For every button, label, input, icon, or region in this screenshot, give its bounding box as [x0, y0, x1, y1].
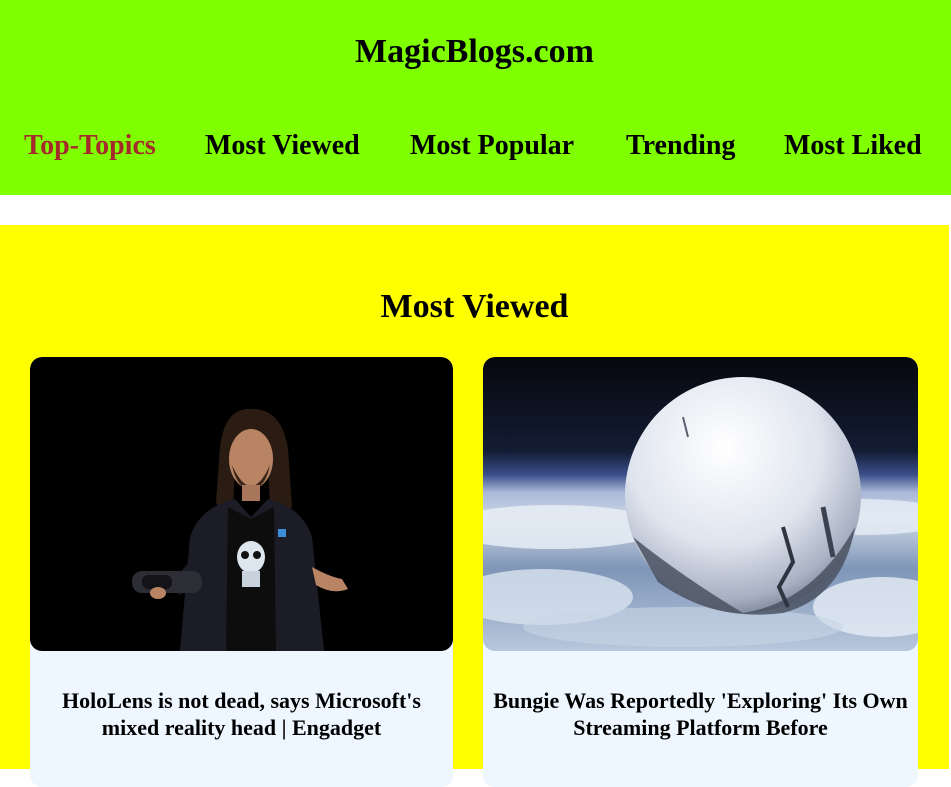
article-card[interactable]: Bungie Was Reportedly 'Exploring' Its Ow…: [483, 357, 918, 787]
article-image-presenter[interactable]: [30, 357, 453, 651]
site-title[interactable]: MagicBlogs.com: [0, 30, 949, 74]
article-title[interactable]: Bungie Was Reportedly 'Exploring' Its Ow…: [483, 687, 918, 741]
article-image-sphere[interactable]: [483, 357, 918, 651]
article-card[interactable]: HoloLens is not dead, says Microsoft's m…: [30, 357, 453, 787]
nav-item-trending[interactable]: Trending: [626, 124, 735, 168]
nav-item-top-topics[interactable]: Top-Topics: [24, 124, 156, 168]
header-spacer: [0, 195, 951, 225]
site-header: MagicBlogs.com Top-Topics Most Viewed Mo…: [0, 0, 951, 195]
main-content: Most Viewed HoloLens is not dead, says M…: [0, 225, 949, 787]
nav-item-most-popular[interactable]: Most Popular: [410, 124, 574, 168]
article-title[interactable]: HoloLens is not dead, says Microsoft's m…: [30, 687, 453, 741]
main-nav: Top-Topics Most Viewed Most Popular Tren…: [0, 124, 951, 168]
section-title: Most Viewed: [380, 288, 569, 325]
nav-item-most-liked[interactable]: Most Liked: [784, 124, 922, 168]
nav-item-most-viewed[interactable]: Most Viewed: [205, 124, 360, 168]
